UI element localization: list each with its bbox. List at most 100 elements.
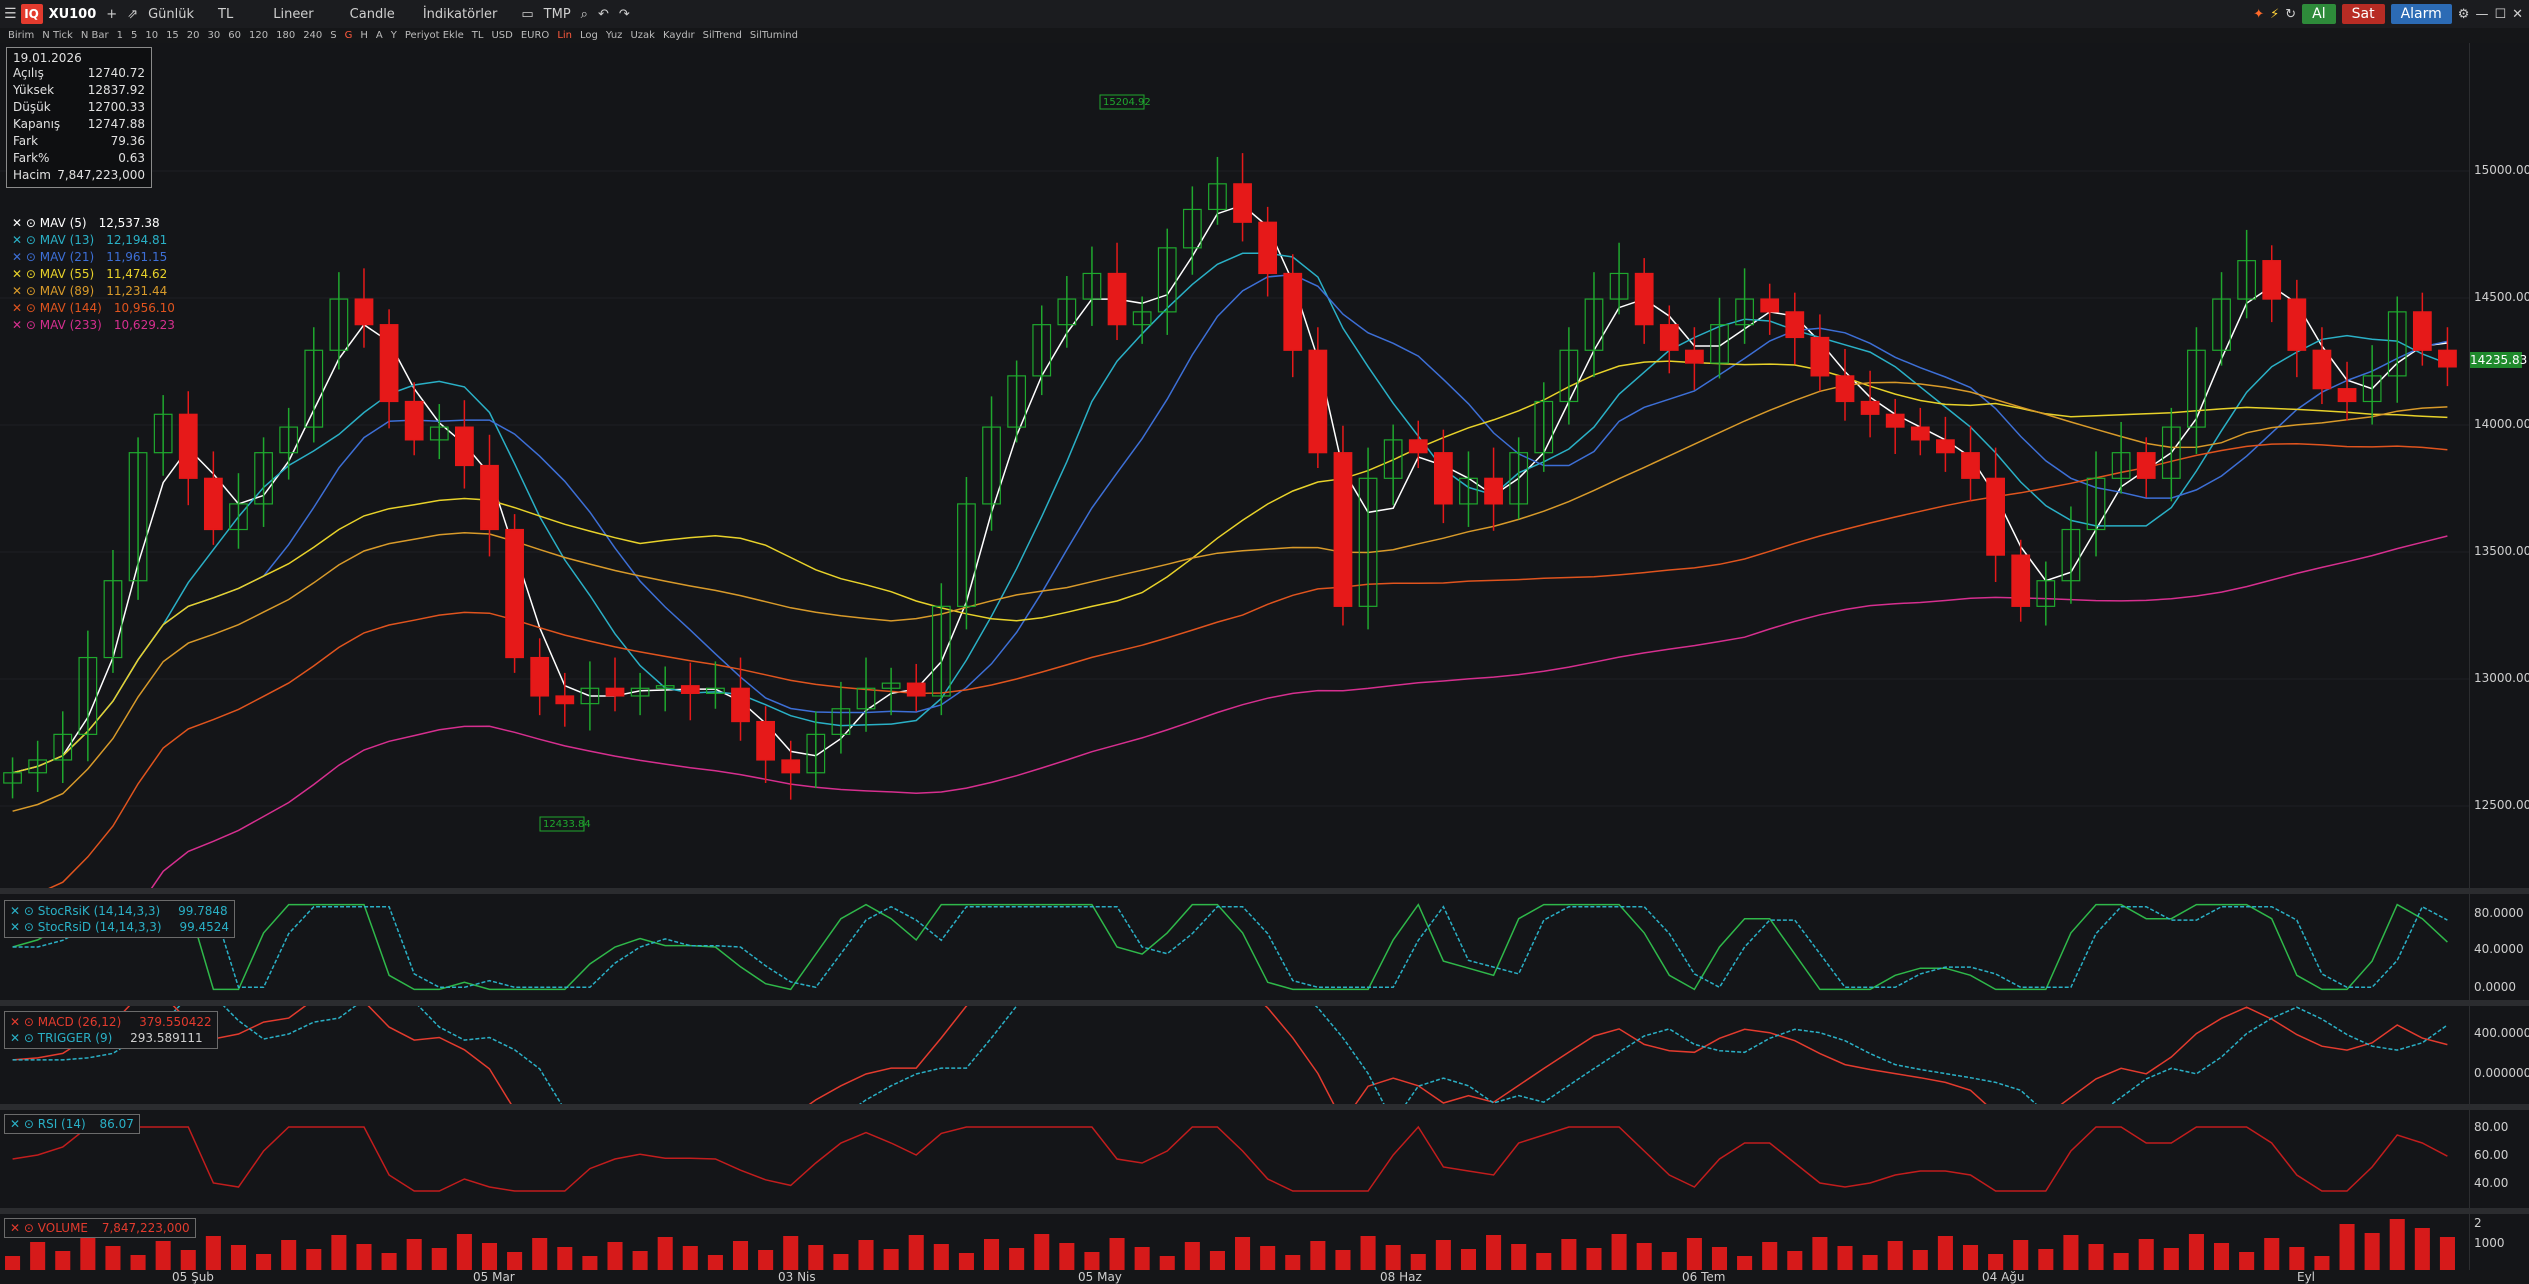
flame-icon[interactable]: ✦ [2253, 7, 2264, 22]
mav-toggle-icon[interactable]: ✕ ⊙ [12, 267, 40, 281]
mav-legend-row[interactable]: ✕ ⊙ MAV (89) 11,231.44 [12, 283, 175, 300]
menu-icon[interactable]: ☰ [4, 6, 17, 22]
volume-bar [2188, 1234, 2204, 1270]
candle-body [178, 413, 198, 479]
candle-body [1233, 183, 1252, 223]
candle-body [906, 682, 926, 697]
period-option[interactable]: Birim [8, 30, 34, 41]
period-option[interactable]: Y [391, 30, 397, 41]
period-option[interactable]: Uzak [630, 30, 655, 41]
price-chart[interactable]: 15204.9212433.84 [0, 43, 2469, 888]
indicators-button[interactable]: İndikatörler [423, 7, 498, 22]
mav-toggle-icon[interactable]: ✕ ⊙ [12, 250, 40, 264]
mav-legend-row[interactable]: ✕ ⊙ MAV (55) 11,474.62 [12, 266, 175, 283]
period-option[interactable]: H [360, 30, 368, 41]
volume-pane[interactable] [0, 1214, 2469, 1270]
mav-toggle-icon[interactable]: ✕ ⊙ [12, 233, 40, 247]
period-option[interactable]: Kaydır [663, 30, 695, 41]
info-row: Kapanış 12747.88 [13, 116, 145, 133]
period-option[interactable]: SilTrend [703, 30, 742, 41]
rsi-pane[interactable] [0, 1110, 2469, 1208]
window-min-icon[interactable]: — [2475, 7, 2488, 22]
period-toolbar: Birim N Tick N Bar 1 5 10 15 20 30 60 120 180 240 S G H… [0, 28, 2529, 43]
mav-line [12, 360, 2448, 774]
info-row: Fark% 0.63 [13, 150, 145, 167]
lightning-icon[interactable]: ⚡ [2270, 7, 2279, 22]
period-select[interactable]: Günlük [148, 7, 194, 22]
period-option[interactable]: SilTumind [750, 30, 798, 41]
period-option[interactable]: S [330, 30, 336, 41]
sell-button[interactable]: Sat [2341, 4, 2385, 24]
window-max-icon[interactable]: ☐ [2494, 7, 2506, 22]
period-option[interactable]: Lin [557, 30, 572, 41]
refresh-icon[interactable]: ↻ [2285, 7, 2296, 22]
buy-button[interactable]: Al [2302, 4, 2336, 24]
mav-value: 11,474.62 [106, 267, 168, 281]
period-option[interactable]: 10 [145, 30, 158, 41]
mav-toggle-icon[interactable]: ✕ ⊙ [12, 301, 40, 315]
period-option[interactable]: Periyot Ekle [405, 30, 464, 41]
mav-toggle-icon[interactable]: ✕ ⊙ [12, 318, 40, 332]
period-option[interactable]: N Tick [42, 30, 73, 41]
add-symbol-button[interactable]: + [106, 7, 117, 22]
candle-body [731, 687, 750, 723]
price-pane[interactable]: 15204.92 12433.84 [0, 43, 2469, 888]
alarm-button[interactable]: Alarm [2390, 4, 2452, 24]
macd-name: MACD (26,12) [37, 1015, 122, 1029]
mav-legend-row[interactable]: ✕ ⊙ MAV (233) 10,629.23 [12, 317, 175, 334]
volume-bar [130, 1255, 146, 1270]
period-option[interactable]: 5 [131, 30, 137, 41]
symbol-field[interactable]: XU100 [49, 7, 97, 22]
stoch-pane[interactable] [0, 894, 2469, 1000]
mav-toggle-icon[interactable]: ✕ ⊙ [12, 284, 40, 298]
period-option[interactable]: 120 [249, 30, 268, 41]
period-option[interactable]: A [376, 30, 383, 41]
macd-pane[interactable] [0, 1006, 2469, 1104]
period-option[interactable]: Yuz [606, 30, 623, 41]
mav-legend-row[interactable]: ✕ ⊙ MAV (13) 12,194.81 [12, 232, 175, 249]
period-option[interactable]: 60 [228, 30, 241, 41]
stoch-chart[interactable] [0, 894, 2469, 1000]
mav-legend-row[interactable]: ✕ ⊙ MAV (21) 11,961.15 [12, 249, 175, 266]
tmp-button[interactable]: TMP [544, 7, 571, 22]
rsi-chart[interactable] [0, 1110, 2469, 1208]
mav-line [12, 204, 2448, 774]
period-option[interactable]: 180 [276, 30, 295, 41]
zoom-icon[interactable]: ⌕ [581, 7, 588, 22]
period-option[interactable]: Log [580, 30, 598, 41]
undo-icon[interactable]: ↶ [598, 7, 609, 22]
mav-legend-row[interactable]: ✕ ⊙ MAV (144) 10,956.10 [12, 300, 175, 317]
external-link-icon[interactable]: ⇗ [127, 7, 138, 22]
candle-body [756, 720, 775, 761]
redo-icon[interactable]: ↷ [619, 7, 630, 22]
volume-bar [507, 1252, 523, 1270]
period-option[interactable]: 30 [208, 30, 221, 41]
period-option[interactable]: 15 [166, 30, 179, 41]
candle-body [404, 400, 424, 441]
currency-select[interactable]: TL [218, 7, 233, 22]
period-option[interactable]: EURO [521, 30, 549, 41]
mav-name: MAV (233) [39, 318, 102, 332]
volume-chart[interactable] [0, 1214, 2469, 1270]
rsi-name: RSI (14) [37, 1117, 86, 1131]
close-icon[interactable]: ✕ [2512, 7, 2523, 22]
candle-body [2412, 311, 2432, 351]
period-option[interactable]: TL [472, 30, 484, 41]
volume-bar [984, 1239, 1000, 1270]
folder-icon[interactable]: ▭ [521, 7, 533, 22]
macd-chart[interactable] [0, 1006, 2469, 1104]
gear-icon[interactable]: ⚙ [2458, 7, 2470, 22]
scale-select[interactable]: Lineer [273, 7, 313, 22]
chart-type-select[interactable]: Candle [350, 7, 395, 22]
period-option[interactable]: 20 [187, 30, 200, 41]
period-option[interactable]: N Bar [81, 30, 109, 41]
period-option[interactable]: USD [491, 30, 512, 41]
period-option[interactable]: 240 [303, 30, 322, 41]
mav-toggle-icon[interactable]: ✕ ⊙ [12, 216, 40, 230]
candle-body [2136, 452, 2156, 479]
period-option[interactable]: G [345, 30, 353, 41]
mav-legend-row[interactable]: ✕ ⊙ MAV (5) 12,537.38 [12, 215, 175, 232]
volume-bar [281, 1240, 297, 1270]
period-option[interactable]: 1 [117, 30, 123, 41]
volume-bar [1536, 1253, 1552, 1270]
